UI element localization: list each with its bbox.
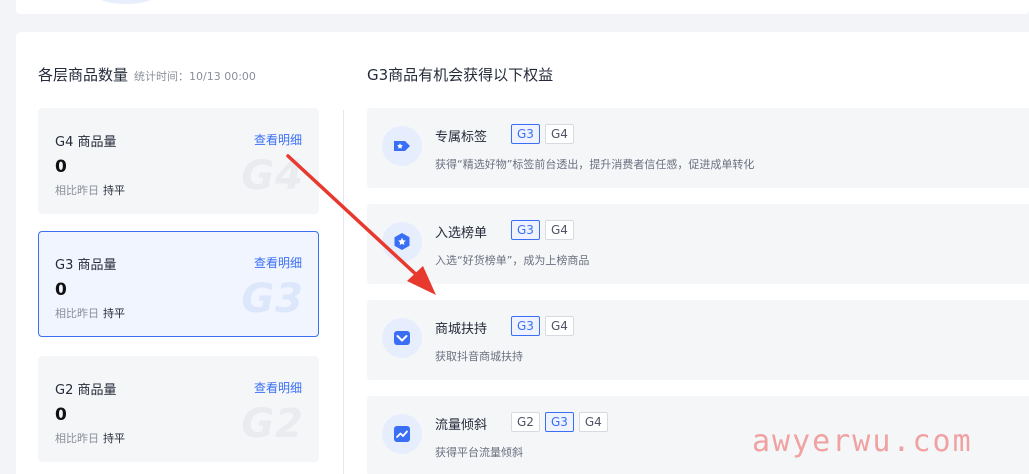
benefit-desc: 获取抖音商城扶持 (435, 350, 523, 363)
grade-tags: G3 G4 (511, 220, 574, 240)
medal-icon (382, 222, 422, 262)
benefit-name: 流量倾斜 (435, 418, 488, 433)
grade-watermark: G2 (241, 401, 304, 447)
compare-label: 相比昨日 (55, 432, 99, 445)
grade-card-compare: 相比昨日 持平 (55, 305, 125, 321)
grade-card-g2[interactable]: G2 商品量 查看明细 0 相比昨日 持平 G2 (38, 356, 319, 462)
benefit-desc: 入选“好货榜单”，成为上榜商品 (435, 254, 590, 267)
grade-tag: G2 (511, 412, 540, 432)
column-divider (343, 110, 344, 474)
grade-card-compare: 相比昨日 持平 (55, 430, 125, 446)
compare-trend: 持平 (103, 432, 125, 445)
benefit-desc: 获得“精选好物”标签前台透出，提升消费者信任感，促进成单转化 (435, 158, 755, 171)
grade-card-compare: 相比昨日 持平 (55, 182, 125, 198)
grade-card-name: G3 商品量 (55, 258, 117, 273)
view-detail-link[interactable]: 查看明细 (254, 254, 302, 271)
grade-tag: G4 (578, 412, 608, 432)
compare-trend: 持平 (103, 184, 125, 197)
grade-card-count: 0 (55, 157, 67, 177)
left-panel-title: 各层商品数量 统计时间：10/13 00:00 (38, 64, 256, 85)
grade-tag: G4 (544, 220, 574, 240)
view-detail-link[interactable]: 查看明细 (254, 131, 302, 148)
grade-panel: 各层商品数量 统计时间：10/13 00:00 G3商品有机会获得以下权益 G4 … (16, 32, 1029, 474)
grade-tag: G4 (544, 316, 574, 336)
grade-watermark: G4 (241, 153, 304, 199)
site-watermark: awyerwu.com (752, 424, 973, 459)
right-panel-title: G3商品有机会获得以下权益 (367, 66, 554, 84)
grade-watermark: G3 (241, 276, 304, 322)
grade-tags: G3 G4 (511, 124, 574, 144)
grade-card-count: 0 (55, 280, 67, 300)
top-card-strip (16, 0, 1029, 14)
grade-card-name: G2 商品量 (55, 383, 117, 398)
benefit-desc: 获得平台流量倾斜 (435, 446, 523, 459)
top-avatar-fragment (96, 0, 156, 4)
benefit-ranking: 入选榜单 G3 G4 入选“好货榜单”，成为上榜商品 查 (367, 204, 1029, 284)
left-panel-title-text: 各层商品数量 (38, 66, 129, 84)
benefit-name: 专属标签 (435, 130, 488, 145)
grade-tag: G3 (544, 412, 574, 432)
grade-tags: G2 G3 G4 (511, 412, 608, 432)
grade-card-g3[interactable]: G3 商品量 查看明细 0 相比昨日 持平 G3 (38, 231, 319, 337)
grade-card-name: G4 商品量 (55, 135, 117, 150)
stat-time: 统计时间：10/13 00:00 (134, 70, 256, 83)
benefit-exclusive-tag: 专属标签 G3 G4 获得“精选好物”标签前台透出，提升消费者信任感，促进成单转… (367, 108, 1029, 188)
grade-tags: G3 G4 (511, 316, 574, 336)
grade-card-g4[interactable]: G4 商品量 查看明细 0 相比昨日 持平 G4 (38, 108, 319, 214)
trend-chart-icon (382, 414, 422, 454)
grade-tag: G3 (511, 124, 540, 144)
grade-card-count: 0 (55, 405, 67, 425)
compare-label: 相比昨日 (55, 307, 99, 320)
chevron-heart-icon (382, 318, 422, 358)
benefit-name: 入选榜单 (435, 226, 488, 241)
compare-trend: 持平 (103, 307, 125, 320)
benefit-name: 商城扶持 (435, 322, 488, 337)
grade-tag: G4 (544, 124, 574, 144)
grade-tag: G3 (511, 316, 540, 336)
compare-label: 相比昨日 (55, 184, 99, 197)
badge-tag-icon (382, 126, 422, 166)
grade-tag: G3 (511, 220, 540, 240)
view-detail-link[interactable]: 查看明细 (254, 379, 302, 396)
benefit-mall-support: 商城扶持 G3 G4 获取抖音商城扶持 (367, 300, 1029, 380)
